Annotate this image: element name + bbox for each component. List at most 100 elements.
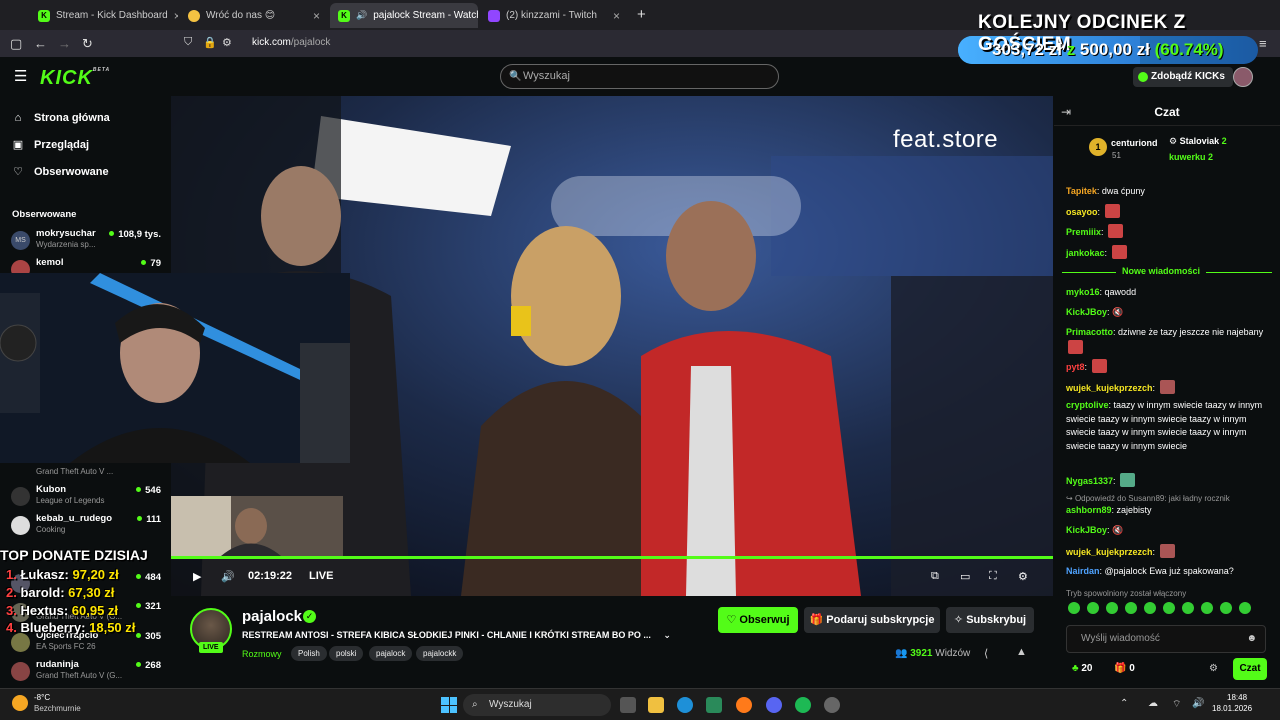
network-icon[interactable]: ⌔ <box>1172 698 1181 711</box>
report-icon[interactable]: ▲ <box>1016 646 1027 658</box>
start-button[interactable] <box>441 697 457 713</box>
gifts-balance[interactable]: 🎁 0 <box>1114 663 1135 674</box>
stream-tag[interactable]: pajalockk <box>416 646 464 661</box>
emote-icon[interactable] <box>1144 602 1156 614</box>
chat-username[interactable]: osayoo <box>1066 207 1098 217</box>
chat-username[interactable]: KickJBoy <box>1066 307 1107 317</box>
play-icon[interactable]: ▶ <box>193 570 201 583</box>
streamer-name[interactable]: pajalock <box>242 608 302 625</box>
fullscreen-icon[interactable]: ⛶ <box>989 570 997 583</box>
store-icon[interactable] <box>706 697 722 713</box>
chat-username[interactable]: wujek_kujekprzezch <box>1066 383 1153 393</box>
share-icon[interactable]: ⟨ <box>984 647 988 660</box>
follow-button[interactable]: ♡ Obserwuj <box>718 607 798 633</box>
chat-username[interactable]: cryptolive <box>1066 400 1109 410</box>
emote-icon[interactable] <box>1106 602 1118 614</box>
tray-icon[interactable]: ☁ <box>1148 698 1158 709</box>
emote-icon[interactable] <box>1068 602 1080 614</box>
followed-channel[interactable]: MS mokrysuchar Wydarzenia sp... 108,9 ty… <box>11 228 161 254</box>
spotify-icon[interactable] <box>795 697 811 713</box>
search-input[interactable]: 🔍 Wyszukaj <box>500 64 779 89</box>
menu-icon[interactable]: ≡ <box>1259 36 1267 51</box>
weather-icon[interactable] <box>12 695 28 711</box>
hamburger-menu-icon[interactable]: ☰ <box>14 67 27 85</box>
shield-icon[interactable]: ⛉ <box>184 36 192 49</box>
gift-subs-button[interactable]: 🎁 Podaruj subskrypcje <box>804 607 940 633</box>
chat-username[interactable]: ashborn89 <box>1066 505 1112 515</box>
user-avatar[interactable] <box>1233 67 1253 87</box>
sidebar-item-home[interactable]: ⌂ Strona główna <box>12 112 110 124</box>
discord-icon[interactable] <box>766 697 782 713</box>
kick-logo[interactable]: KICKBETA <box>40 67 110 90</box>
emote-icon[interactable] <box>1220 602 1232 614</box>
lock-icon[interactable]: 🔒 <box>203 36 217 49</box>
close-tab-icon[interactable]: × <box>613 9 620 23</box>
chat-username[interactable]: Nairdan <box>1066 566 1100 576</box>
chat-username[interactable]: KickJBoy <box>1066 525 1107 535</box>
followed-channel[interactable]: rudaninja Grand Theft Auto V (G... 268 <box>11 659 161 685</box>
edge-icon[interactable] <box>677 697 693 713</box>
leader-name[interactable]: centuriond <box>1111 138 1158 148</box>
new-tab-button[interactable]: + <box>637 6 646 23</box>
emote-icon[interactable] <box>1239 602 1251 614</box>
close-tab-icon[interactable]: × <box>174 9 178 23</box>
sidebar-toggle-icon[interactable]: ▢ <box>10 36 22 52</box>
task-view-icon[interactable] <box>620 697 636 713</box>
stream-tag[interactable]: polski <box>329 646 364 661</box>
chat-username[interactable]: Premiiix <box>1066 227 1101 237</box>
chat-username[interactable]: pyt8 <box>1066 362 1085 372</box>
browser-tab[interactable]: (2) kinzzami - Twitch × <box>480 3 628 28</box>
close-tab-icon[interactable]: × <box>313 9 320 23</box>
browser-tab[interactable]: Wróć do nas 😊 × <box>180 3 328 28</box>
address-bar[interactable]: kick.com/pajalock <box>252 37 330 48</box>
taskbar-search[interactable]: ⌕ Wyszukaj <box>463 694 611 716</box>
get-kicks-button[interactable]: Zdobądź KICKs <box>1133 67 1233 87</box>
chat-message-input[interactable]: Wyślij wiadomość ☻ <box>1066 625 1266 653</box>
volume-icon[interactable]: 🔊 <box>1192 698 1204 709</box>
stream-tag[interactable]: pajalock <box>369 646 413 661</box>
chat-username[interactable]: jankokac <box>1066 248 1105 258</box>
forward-icon[interactable]: → <box>58 36 71 51</box>
reload-icon[interactable]: ↻ <box>82 36 93 52</box>
chat-username[interactable]: Primacotto <box>1066 327 1113 337</box>
back-icon[interactable]: ← <box>34 36 47 51</box>
clock-date[interactable]: 18.01.2026 <box>1212 704 1252 713</box>
stream-category[interactable]: Rozmowy <box>242 649 282 659</box>
clip-icon[interactable]: ⧉ <box>931 570 939 583</box>
followed-channel[interactable]: Kubon League of Legends 546 <box>11 484 161 510</box>
firefox-icon[interactable] <box>736 697 752 713</box>
chat-username[interactable]: Nygas1337 <box>1066 476 1113 486</box>
chat-send-button[interactable]: Czat <box>1233 658 1267 680</box>
chat-username[interactable]: wujek_kujekprzezch <box>1066 547 1153 557</box>
sidebar-item-following[interactable]: ♡ Obserwowane <box>12 165 109 179</box>
stream-tag[interactable]: Polish <box>291 646 327 661</box>
tray-chevron-icon[interactable]: ⌃ <box>1120 698 1128 709</box>
clock-time[interactable]: 18:48 <box>1227 693 1247 702</box>
chat-username[interactable]: myko16 <box>1066 287 1100 297</box>
app-icon[interactable] <box>824 697 840 713</box>
file-explorer-icon[interactable] <box>648 697 664 713</box>
emote-icon[interactable] <box>1125 602 1137 614</box>
volume-icon[interactable]: 🔊 <box>221 570 235 583</box>
chevron-down-icon[interactable]: ⌄ <box>663 630 671 640</box>
emote-icon[interactable] <box>1163 602 1175 614</box>
browser-tab-active[interactable]: K 🔊 pajalock Stream - Watch L × <box>330 3 478 28</box>
followed-channel[interactable]: kebab_u_rudego Cooking 111 <box>11 513 161 539</box>
sidebar-item-browse[interactable]: ▣ Przeglądaj <box>12 138 89 152</box>
permissions-icon[interactable]: ⚙ <box>222 36 232 49</box>
emote-icon[interactable] <box>1087 602 1099 614</box>
live-indicator[interactable]: LIVE <box>309 570 333 582</box>
emote-icon[interactable] <box>1201 602 1213 614</box>
video-progress-bar[interactable] <box>171 556 1053 559</box>
theater-mode-icon[interactable]: ▭ <box>960 570 970 583</box>
subscribe-button[interactable]: ✧ Subskrybuj <box>946 607 1034 633</box>
chat-settings-icon[interactable]: ⚙ <box>1209 663 1218 674</box>
leader-row[interactable]: ⚙ Staloviak 2 <box>1169 136 1227 147</box>
leader-row[interactable]: kuwerku 2 <box>1169 152 1213 162</box>
kicks-balance[interactable]: ♣ 20 <box>1072 663 1092 674</box>
emoji-picker-icon[interactable]: ☻ <box>1246 626 1257 652</box>
chat-username[interactable]: Tapitek <box>1066 186 1097 196</box>
settings-icon[interactable]: ⚙ <box>1018 570 1028 583</box>
browser-tab[interactable]: K Stream - Kick Dashboard × <box>30 3 178 28</box>
speaker-icon[interactable]: 🔊 <box>356 10 367 21</box>
